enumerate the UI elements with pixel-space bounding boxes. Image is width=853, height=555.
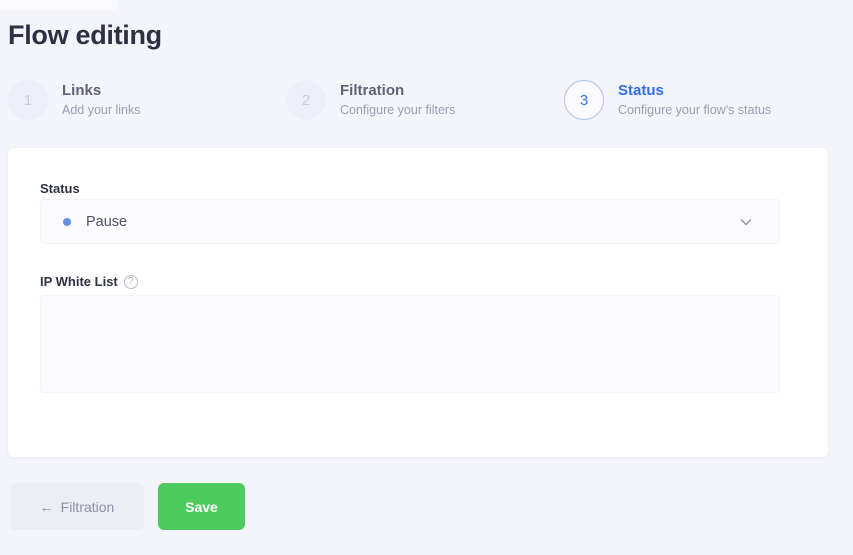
step-subtitle: Configure your flow's status xyxy=(618,102,771,118)
arrow-left-icon: ← xyxy=(40,499,54,515)
stepper-step-filtration[interactable]: 2 Filtration Configure your filters xyxy=(286,80,455,120)
stepper: 1 Links Add your links 2 Filtration Conf… xyxy=(0,72,853,128)
back-button-label: Filtration xyxy=(61,499,115,515)
ip-white-list-label-text: IP White List xyxy=(40,274,118,289)
ip-white-list-input[interactable] xyxy=(40,295,780,393)
step-number-badge: 3 xyxy=(564,80,604,120)
stepper-step-links[interactable]: 1 Links Add your links xyxy=(8,80,141,120)
status-select[interactable]: Pause xyxy=(40,199,780,244)
step-subtitle: Add your links xyxy=(62,102,141,118)
chevron-down-icon[interactable] xyxy=(739,215,753,229)
step-number-badge: 1 xyxy=(8,80,48,120)
status-dot-icon xyxy=(63,218,71,226)
save-button[interactable]: Save xyxy=(158,483,245,530)
help-circle-icon[interactable]: ? xyxy=(124,275,138,289)
status-select-value: Pause xyxy=(86,214,739,230)
step-title: Status xyxy=(618,82,771,100)
status-label-text: Status xyxy=(40,181,80,196)
back-to-filtration-button[interactable]: ← Filtration xyxy=(10,483,144,530)
stepper-step-status[interactable]: 3 Status Configure your flow's status xyxy=(564,80,771,120)
step-title: Links xyxy=(62,82,141,100)
page-title: Flow editing xyxy=(8,20,162,51)
top-ghost-element xyxy=(0,0,118,10)
step-title: Filtration xyxy=(340,82,455,100)
ip-white-list-field-label: IP White List ? xyxy=(40,274,138,289)
step-subtitle: Configure your filters xyxy=(340,102,455,118)
status-field-label: Status xyxy=(40,181,80,196)
step-number-badge: 2 xyxy=(286,80,326,120)
